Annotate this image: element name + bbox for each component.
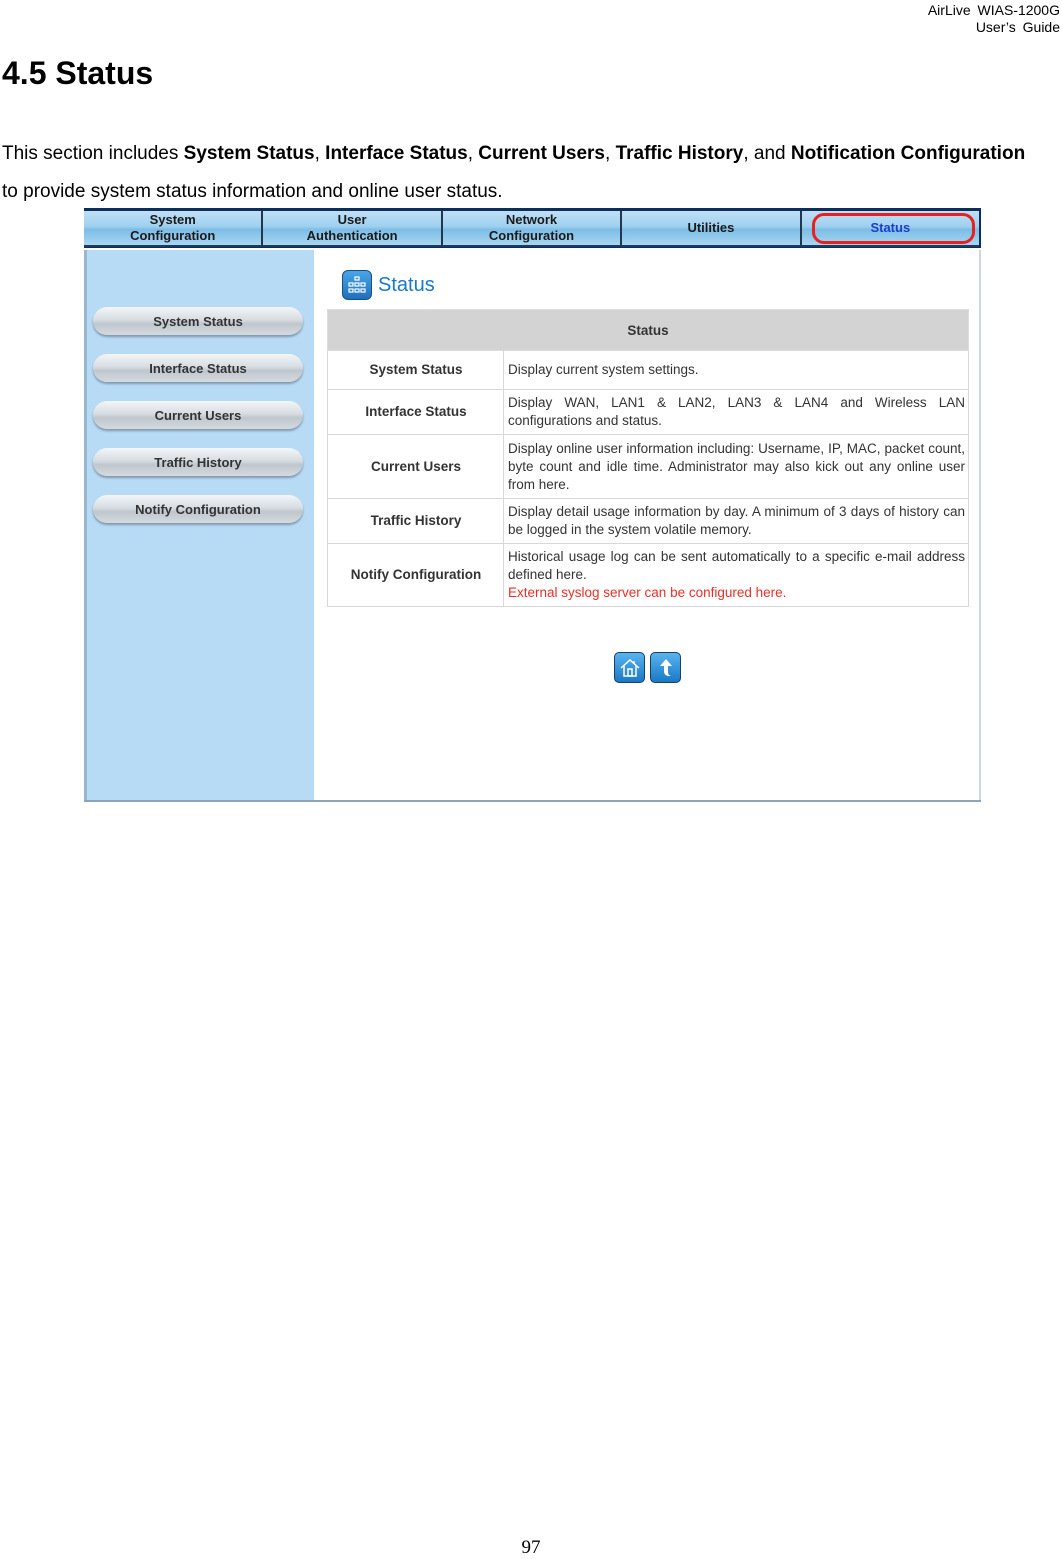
tab-utilities[interactable]: Utilities xyxy=(622,211,802,245)
intro-paragraph: This section includes System Status, Int… xyxy=(2,135,1042,211)
tab-user-authentication[interactable]: User Authentication xyxy=(263,211,443,245)
row-description: Display current system settings. xyxy=(503,350,969,390)
running-header: AirLive WIAS-1200G User’s Guide xyxy=(928,2,1060,36)
tab-label: Status xyxy=(870,220,911,235)
intro-text: , xyxy=(314,143,326,164)
tab-label: Utilities xyxy=(687,220,735,235)
table-row: Notify Configuration Historical usage lo… xyxy=(327,543,969,607)
intro-bold-current-users: Current Users xyxy=(478,143,605,164)
row-name: Current Users xyxy=(327,434,504,499)
intro-text: to provide system status information and… xyxy=(2,181,503,202)
row-description-cell: Historical usage log can be sent automat… xyxy=(503,543,969,607)
table-header: Status xyxy=(327,309,969,351)
header-product: AirLive WIAS-1200G xyxy=(927,2,1060,18)
row-name: Interface Status xyxy=(327,389,504,435)
main-panel: Status Status System Status Display curr… xyxy=(314,250,981,800)
row-description: Display online user information includin… xyxy=(503,434,969,499)
table-row: System Status Display current system set… xyxy=(327,350,969,390)
up-arrow-icon[interactable] xyxy=(650,652,681,683)
tab-label: Network xyxy=(505,212,558,227)
intro-bold-notification-configuration: Notification Configuration xyxy=(790,143,1026,164)
row-description: Display detail usage information by day.… xyxy=(503,498,969,544)
page-number: 97 xyxy=(521,1537,541,1558)
table-row: Current Users Display online user inform… xyxy=(327,434,969,499)
tab-label: Authentication xyxy=(306,228,398,243)
ui-screenshot: System Configuration User Authentication N… xyxy=(84,208,981,802)
sidebar-button-notify-configuration[interactable]: Notify Configuration xyxy=(93,495,303,523)
section-heading: 4.5 Status xyxy=(2,55,154,91)
page-title: Status xyxy=(342,270,435,300)
sidebar-button-traffic-history[interactable]: Traffic History xyxy=(93,448,303,476)
top-navigation: System Configuration User Authentication N… xyxy=(84,208,981,248)
table-row: Interface Status Display WAN, LAN1 & LAN… xyxy=(327,389,969,435)
header-guide: User’s Guide xyxy=(975,19,1060,35)
intro-bold-system-status: System Status xyxy=(183,143,315,164)
page-title-text: Status xyxy=(378,273,435,296)
tab-system-configuration[interactable]: System Configuration xyxy=(84,211,264,245)
tab-label: User xyxy=(337,212,367,227)
tab-label: System xyxy=(149,212,196,227)
row-name: System Status xyxy=(327,350,504,390)
row-name: Notify Configuration xyxy=(327,543,504,607)
home-icon[interactable] xyxy=(614,652,645,683)
intro-bold-interface-status: Interface Status xyxy=(325,143,468,164)
intro-text: , xyxy=(467,143,479,164)
intro-text: This section includes xyxy=(2,143,184,164)
sidebar: System Status Interface Status Current U… xyxy=(84,250,317,800)
tab-status[interactable]: Status xyxy=(802,211,979,245)
table-row: Traffic History Display detail usage inf… xyxy=(327,498,969,544)
screenshot-bottom-border xyxy=(84,800,981,802)
sidebar-button-system-status[interactable]: System Status xyxy=(93,307,303,335)
row-description: Display WAN, LAN1 & LAN2, LAN3 & LAN4 an… xyxy=(503,389,969,435)
sidebar-button-interface-status[interactable]: Interface Status xyxy=(93,354,303,382)
status-table: Status System Status Display current sys… xyxy=(327,309,969,607)
row-description: Historical usage log can be sent automat… xyxy=(508,549,965,582)
intro-text: , xyxy=(605,143,616,164)
bottom-icons xyxy=(614,652,681,683)
sidebar-button-current-users[interactable]: Current Users xyxy=(93,401,303,429)
tab-network-configuration[interactable]: Network Configuration xyxy=(443,211,623,245)
intro-bold-traffic-history: Traffic History xyxy=(615,143,744,164)
tab-label: Configuration xyxy=(130,228,216,243)
row-name: Traffic History xyxy=(327,498,504,544)
row-note: External syslog server can be configured… xyxy=(508,585,787,600)
intro-text: , and xyxy=(743,143,791,164)
tab-label: Configuration xyxy=(488,228,575,243)
status-grid-icon xyxy=(342,270,372,300)
